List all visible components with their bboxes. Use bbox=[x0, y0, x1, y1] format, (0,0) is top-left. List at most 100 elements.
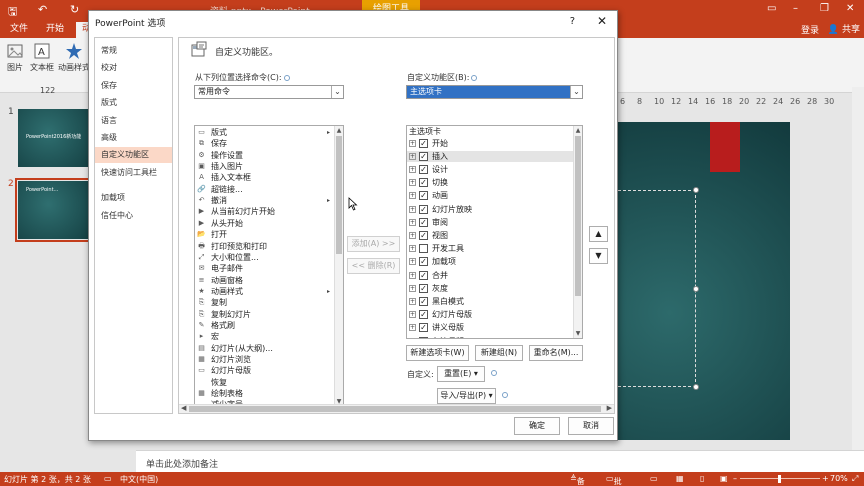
nav-item[interactable]: 信任中心 bbox=[95, 208, 172, 224]
ribbon-tabs-tree[interactable]: 主选项卡 + ✓ 开始 + ✓ 插入 + ✓ 设计 + ✓ 切换 + ✓ 动画 + ✓ 幻灯片放映 + ✓ 审阅 + ✓ 视图… bbox=[406, 125, 583, 339]
tab-checkbox[interactable]: ✓ bbox=[419, 336, 428, 338]
textbox-button[interactable]: A 文本框 bbox=[30, 42, 54, 73]
nav-item[interactable]: 快速访问工具栏 bbox=[95, 165, 172, 181]
customize-ribbon-select[interactable]: 主选项卡 ⌄ bbox=[406, 85, 583, 99]
tab-checkbox[interactable]: ✓ bbox=[419, 217, 428, 227]
ribbon-options-icon[interactable]: ▭ bbox=[767, 3, 776, 14]
command-item[interactable]: ▭ 幻灯片母版 bbox=[195, 365, 335, 376]
ribbon-tab-item[interactable]: + ✓ 幻灯片母版 bbox=[407, 309, 574, 320]
command-item[interactable]: A 插入文本框 bbox=[195, 172, 335, 183]
command-item[interactable]: ⧉ 保存 bbox=[195, 138, 335, 149]
tab-checkbox[interactable]: ✓ bbox=[419, 204, 428, 214]
command-item[interactable]: ▭ 版式 ▸ bbox=[195, 127, 335, 138]
picture-button[interactable]: 图片 bbox=[6, 42, 24, 73]
tab-checkbox[interactable]: ✓ bbox=[419, 270, 428, 280]
command-item[interactable]: ▤ 幻灯片(从大纲)... bbox=[195, 343, 335, 354]
spell-check-icon[interactable]: ▭ bbox=[104, 474, 112, 483]
command-item[interactable]: ▦ 绘制表格 bbox=[195, 388, 335, 399]
nav-item[interactable]: 自定义功能区 bbox=[95, 147, 172, 164]
command-item[interactable]: ⎘ 复制幻灯片 bbox=[195, 309, 335, 320]
nav-item[interactable]: 加载项 bbox=[95, 190, 172, 206]
move-up-button[interactable]: ▲ bbox=[589, 226, 608, 242]
command-item[interactable]: ▦ 幻灯片浏览 bbox=[195, 354, 335, 365]
ribbon-tab-item[interactable]: + ✓ 讲义母版 bbox=[407, 322, 574, 333]
command-item[interactable]: 🖶 打印预览和打印 bbox=[195, 241, 335, 252]
command-item[interactable]: ✎ 格式刷 bbox=[195, 320, 335, 331]
slideshow-icon[interactable]: ▣ bbox=[720, 474, 728, 483]
comments-toggle[interactable]: ▭ 批注 bbox=[606, 474, 622, 486]
expand-icon[interactable]: + bbox=[409, 231, 416, 239]
expand-icon[interactable]: + bbox=[409, 205, 416, 213]
command-item[interactable]: ▶ 从当前幻灯片开始 bbox=[195, 206, 335, 217]
nav-item[interactable]: 高级 bbox=[95, 130, 172, 146]
ribbon-tab-item[interactable]: + ✓ 合并 bbox=[407, 270, 574, 281]
command-item[interactable]: 恢复 bbox=[195, 377, 335, 388]
expand-icon[interactable]: + bbox=[409, 324, 416, 332]
zoom-slider-thumb[interactable] bbox=[778, 475, 781, 483]
fit-slide-icon[interactable]: ⤢ bbox=[852, 474, 858, 484]
help-button[interactable]: ? bbox=[570, 16, 575, 27]
ribbon-tab-item[interactable]: + 开发工具 bbox=[407, 243, 574, 254]
nav-item[interactable]: 保存 bbox=[95, 78, 172, 94]
nav-item[interactable]: 校对 bbox=[95, 60, 172, 76]
tab-home[interactable]: 开始 bbox=[40, 22, 70, 38]
zoom-out-icon[interactable]: – bbox=[733, 474, 737, 483]
tab-checkbox[interactable]: ✓ bbox=[419, 230, 428, 240]
tab-checkbox[interactable]: ✓ bbox=[419, 296, 428, 306]
expand-icon[interactable]: + bbox=[409, 311, 416, 319]
ribbon-tab-item[interactable]: + ✓ 幻灯片放映 bbox=[407, 204, 574, 215]
tab-file[interactable]: 文件 bbox=[4, 22, 34, 38]
expand-icon[interactable]: + bbox=[409, 297, 416, 305]
ribbon-tab-item[interactable]: + ✓ 动画 bbox=[407, 190, 574, 201]
ribbon-tab-item[interactable]: + ✓ 设计 bbox=[407, 164, 574, 175]
reset-button[interactable]: 重置(E) ▾ bbox=[437, 366, 485, 382]
ribbon-tab-item[interactable]: + ✓ 开始 bbox=[407, 138, 574, 149]
current-slide[interactable] bbox=[618, 122, 790, 440]
zoom-in-icon[interactable]: + bbox=[822, 474, 829, 483]
new-tab-button[interactable]: 新建选项卡(W) bbox=[406, 345, 469, 361]
tab-checkbox[interactable]: ✓ bbox=[419, 191, 428, 201]
commands-list-scrollbar[interactable]: ▲ ▼ bbox=[334, 126, 343, 406]
resize-handle[interactable] bbox=[693, 286, 699, 292]
add-button[interactable]: 添加(A) >> bbox=[347, 236, 400, 252]
expand-icon[interactable]: + bbox=[409, 192, 416, 200]
tab-checkbox[interactable]: ✓ bbox=[419, 310, 428, 320]
close-window-icon[interactable]: ✕ bbox=[846, 3, 854, 14]
cancel-button[interactable]: 取消 bbox=[568, 417, 614, 435]
expand-icon[interactable]: + bbox=[409, 218, 416, 226]
command-item[interactable]: ✉ 电子邮件 bbox=[195, 263, 335, 274]
notes-pane[interactable]: 单击此处添加备注 bbox=[136, 450, 864, 472]
slide-sorter-icon[interactable]: ▦ bbox=[676, 474, 684, 483]
redo-icon[interactable]: ↻ bbox=[70, 3, 79, 16]
tree-scrollbar[interactable]: ▲ ▼ bbox=[573, 126, 582, 338]
command-item[interactable]: ⎘ 复制 bbox=[195, 297, 335, 308]
selected-shape-frame[interactable] bbox=[618, 190, 696, 387]
ok-button[interactable]: 确定 bbox=[514, 417, 560, 435]
ribbon-tab-item[interactable]: + ✓ 切换 bbox=[407, 177, 574, 188]
resize-handle[interactable] bbox=[693, 187, 699, 193]
nav-item[interactable]: 常规 bbox=[95, 43, 172, 59]
expand-icon[interactable]: + bbox=[409, 179, 416, 187]
tab-checkbox[interactable]: ✓ bbox=[419, 151, 428, 161]
choose-commands-select[interactable]: 常用命令 ⌄ bbox=[194, 85, 344, 99]
expand-icon[interactable]: + bbox=[409, 271, 416, 279]
import-export-button[interactable]: 导入/导出(P) ▾ bbox=[437, 388, 496, 404]
ribbon-tab-item[interactable]: + ✓ 灰度 bbox=[407, 283, 574, 294]
tab-checkbox[interactable]: ✓ bbox=[419, 323, 428, 333]
expand-icon[interactable]: + bbox=[409, 337, 416, 338]
command-item[interactable]: ↶ 撤消 ▸ bbox=[195, 195, 335, 206]
ribbon-tab-item[interactable]: +✓ 备注母版 bbox=[407, 336, 574, 338]
ribbon-tab-item[interactable]: + ✓ 加载项 bbox=[407, 256, 574, 267]
expand-icon[interactable]: + bbox=[409, 165, 416, 173]
resize-handle[interactable] bbox=[693, 384, 699, 390]
tab-checkbox[interactable]: ✓ bbox=[419, 257, 428, 267]
command-item[interactable]: ▣ 插入图片 bbox=[195, 161, 335, 172]
expand-icon[interactable]: + bbox=[409, 152, 416, 160]
command-item[interactable]: ⚙ 操作设置 bbox=[195, 150, 335, 161]
rename-button[interactable]: 重命名(M)... bbox=[529, 345, 583, 361]
remove-button[interactable]: << 删除(R) bbox=[347, 258, 400, 274]
vertical-scrollbar[interactable] bbox=[852, 87, 864, 472]
command-item[interactable]: 📂 打开 bbox=[195, 229, 335, 240]
tab-checkbox[interactable] bbox=[419, 244, 428, 254]
expand-icon[interactable]: + bbox=[409, 284, 416, 292]
